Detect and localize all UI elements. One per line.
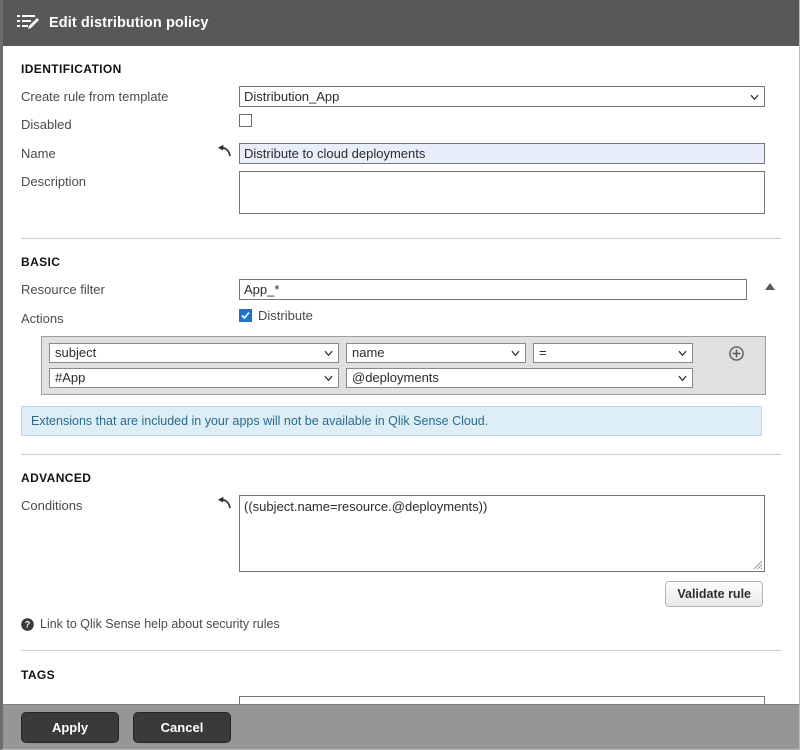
conditions-textarea[interactable]: ((subject.name=resource.@deployments)): [239, 495, 765, 572]
dialog-footer: Apply Cancel: [3, 704, 799, 749]
label-name: Name: [21, 143, 239, 163]
condition-builder-panel: subject name =: [41, 336, 766, 395]
section-heading-advanced: ADVANCED: [21, 471, 781, 485]
row-conditions: Conditions ((subject.name=resource.@depl…: [21, 495, 781, 572]
dialog-content: IDENTIFICATION Create rule from template…: [3, 46, 799, 704]
condition-row: #App @deployments: [49, 368, 758, 388]
row-disabled: Disabled: [21, 114, 781, 134]
undo-icon[interactable]: [217, 144, 232, 158]
condition-resource-type-select[interactable]: #App: [49, 368, 339, 388]
cancel-button[interactable]: Cancel: [133, 712, 231, 743]
condition-row: subject name =: [49, 343, 758, 363]
plus-circle-icon[interactable]: [729, 346, 744, 361]
chevron-down-icon: [750, 92, 759, 101]
dialog-title: Edit distribution policy: [49, 15, 208, 31]
resize-grip-icon[interactable]: [753, 560, 763, 570]
template-select[interactable]: Distribution_App: [239, 86, 765, 107]
row-actions: Actions Distribute: [21, 308, 781, 328]
row-name: Name Distribute to cloud deployments: [21, 143, 781, 164]
template-select-value: Distribution_App: [244, 89, 339, 104]
chevron-down-icon: [324, 349, 333, 358]
label-disabled: Disabled: [21, 114, 239, 134]
chevron-down-icon: [324, 374, 333, 383]
condition-resource-select[interactable]: subject: [49, 343, 339, 363]
undo-icon[interactable]: [217, 496, 232, 510]
condition-value-text: @deployments: [352, 370, 439, 385]
label-description: Description: [21, 171, 239, 191]
edit-distribution-policy-dialog: Edit distribution policy IDENTIFICATION …: [0, 0, 800, 750]
condition-attribute-select[interactable]: name: [346, 343, 526, 363]
tags-input[interactable]: [239, 696, 765, 704]
label-create-rule-from-template: Create rule from template: [21, 86, 239, 106]
condition-resource-type-value: #App: [55, 370, 85, 385]
row-create-rule-from-template: Create rule from template Distribution_A…: [21, 86, 781, 107]
condition-value-select[interactable]: @deployments: [346, 368, 693, 388]
row-description: Description: [21, 171, 781, 214]
description-textarea[interactable]: [239, 171, 765, 214]
validate-rule-button[interactable]: Validate rule: [665, 581, 763, 607]
condition-resource-value: subject: [55, 345, 96, 360]
condition-attribute-value: name: [352, 345, 385, 360]
edit-rule-icon: [17, 14, 39, 32]
condition-operator-value: =: [539, 345, 547, 360]
disabled-checkbox[interactable]: [239, 114, 252, 127]
svg-text:?: ?: [25, 619, 31, 629]
row-resource-filter: Resource filter App_*: [21, 279, 781, 300]
condition-operator-select[interactable]: =: [533, 343, 693, 363]
action-distribute[interactable]: Distribute: [239, 308, 313, 323]
action-distribute-label: Distribute: [258, 308, 313, 323]
section-heading-identification: IDENTIFICATION: [21, 62, 781, 76]
help-link[interactable]: ? Link to Qlik Sense help about security…: [21, 617, 781, 631]
label-conditions: Conditions: [21, 495, 239, 515]
chevron-down-icon: [678, 349, 687, 358]
checkmark-icon: [241, 311, 250, 320]
distribute-checkbox[interactable]: [239, 309, 252, 322]
chevron-down-icon: [678, 374, 687, 383]
label-resource-filter: Resource filter: [21, 279, 239, 299]
question-circle-icon: ?: [21, 618, 34, 631]
help-link-text: Link to Qlik Sense help about security r…: [40, 617, 280, 631]
collapse-triangle-icon[interactable]: [764, 282, 776, 291]
dialog-titlebar: Edit distribution policy: [3, 0, 799, 46]
chevron-down-icon: [511, 349, 520, 358]
conditions-text: ((subject.name=resource.@deployments)): [244, 499, 487, 514]
label-actions: Actions: [21, 308, 239, 328]
extensions-info-banner: Extensions that are included in your app…: [21, 406, 762, 436]
section-heading-basic: BASIC: [21, 255, 781, 269]
name-input[interactable]: Distribute to cloud deployments: [239, 143, 765, 164]
row-tags: [21, 696, 781, 704]
apply-button[interactable]: Apply: [21, 712, 119, 743]
section-heading-tags: TAGS: [21, 668, 781, 682]
resource-filter-input[interactable]: App_*: [239, 279, 747, 300]
label-tags: [21, 696, 239, 698]
